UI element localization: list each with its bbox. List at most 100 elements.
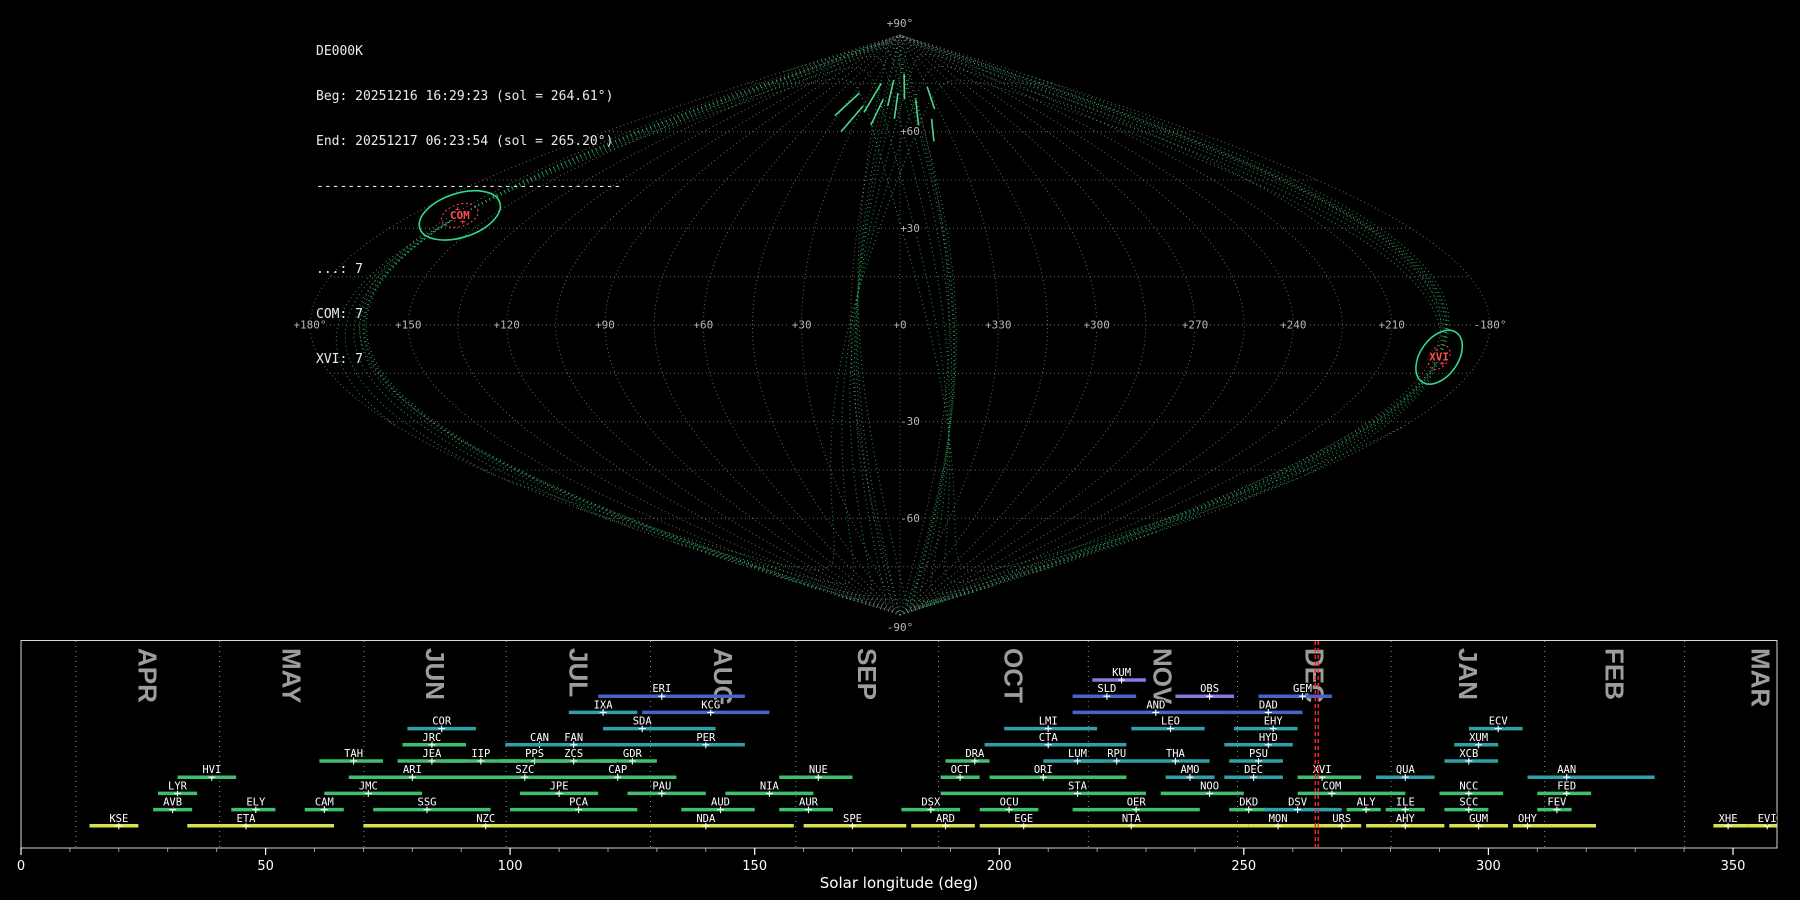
shower-label: PAU	[652, 780, 671, 792]
shower-label: DEC	[1244, 764, 1263, 776]
shower-QUA: QUA	[1375, 763, 1435, 781]
shower-EGE: EGE	[979, 812, 1078, 830]
count-sporadic: ...: 7	[316, 262, 363, 277]
shower-KUM: KUM	[1092, 666, 1146, 684]
shower-OCU: OCU	[979, 795, 1039, 814]
shower-label: DSX	[921, 797, 941, 809]
shower-label: NDA	[696, 813, 716, 825]
shower-NOO: NOO	[1160, 779, 1244, 797]
shower-label: SCC	[1459, 797, 1478, 809]
shower-SPE: SPE	[803, 812, 907, 830]
shower-XUM: XUM	[1454, 731, 1499, 749]
shower-OBS: OBS	[1175, 682, 1235, 700]
shower-label: HVI	[202, 764, 221, 776]
meteor-dash	[926, 86, 936, 110]
shower-AAN: AAN	[1527, 763, 1655, 781]
shower-label: DSV	[1288, 797, 1308, 809]
shower-label: NIA	[760, 780, 780, 792]
shower-label: ALY	[1357, 797, 1377, 809]
shower-label: NCC	[1459, 780, 1478, 792]
lat-label: +30	[900, 222, 920, 235]
radiant-label: XVI	[1429, 351, 1449, 364]
shower-TAH: TAH	[319, 747, 383, 765]
shower-GDR: GDR	[598, 747, 657, 765]
shower-label: ERI	[652, 683, 671, 695]
month-label: OCT	[999, 648, 1029, 703]
lon-label: +60	[693, 319, 713, 332]
lat-label: -60	[900, 512, 920, 525]
shower-ARD: ARD	[911, 812, 975, 830]
shower-label: IXA	[594, 699, 614, 711]
shower-label: SLD	[1097, 683, 1116, 695]
meteor-dash	[840, 105, 864, 133]
shower-label: KCG	[701, 699, 720, 711]
x-tick-label: 300	[1476, 859, 1501, 874]
station-id: DE000K	[316, 44, 363, 59]
shower-DRA: DRA	[945, 747, 990, 765]
shower-label: AUD	[711, 797, 730, 809]
shower-CTA: CTA	[984, 731, 1127, 749]
lon-label: +330	[985, 319, 1012, 332]
lon-label: +210	[1378, 319, 1405, 332]
shower-label: SZC	[515, 764, 534, 776]
shower-ALY: ALY	[1346, 795, 1381, 814]
shower-LEO: LEO	[1131, 714, 1205, 733]
shower-label: OBS	[1200, 683, 1219, 695]
shower-label: AND	[1146, 699, 1165, 711]
month-label: MAY	[277, 648, 307, 703]
meteor-dash	[834, 92, 861, 117]
shower-label: ELY	[246, 797, 266, 809]
shower-COM: COM	[1297, 779, 1406, 797]
meridian-line	[801, 34, 901, 616]
shower-label: CTA	[1039, 732, 1059, 744]
shower-label: COR	[432, 716, 452, 728]
shower-XCB: XCB	[1444, 747, 1499, 765]
separator-line: ---------------------------------------	[316, 179, 622, 194]
shower-NCC: NCC	[1439, 779, 1504, 797]
observation-begin: Beg: 20251216 16:29:23 (sol = 264.61°)	[316, 89, 614, 104]
lat-label: -90°	[887, 621, 914, 634]
shower-label: CAN	[530, 732, 549, 744]
lat-label: -30	[900, 415, 920, 428]
shower-label: IIP	[471, 748, 490, 760]
lon-label: +270	[1182, 319, 1209, 332]
shower-label: KUM	[1112, 667, 1131, 679]
shower-label: ZCS	[564, 748, 583, 760]
shower-label: GDR	[623, 748, 643, 760]
shower-label: ETA	[237, 813, 257, 825]
month-label: JAN	[1453, 648, 1483, 700]
shower-label: ORI	[1034, 764, 1053, 776]
shower-DSV: DSV	[1263, 795, 1342, 814]
month-label: NOV	[1148, 648, 1178, 705]
shower-LYR: LYR	[158, 779, 198, 797]
shower-label: XHE	[1719, 813, 1738, 825]
shower-JPE: JPE	[519, 779, 599, 797]
month-label: SEP	[852, 648, 882, 700]
shower-label: PER	[696, 732, 716, 744]
shower-label: ECV	[1489, 716, 1509, 728]
shower-NDA: NDA	[627, 812, 794, 830]
shower-label: JEA	[422, 748, 442, 760]
shower-GUM: GUM	[1449, 812, 1508, 830]
shower-label: ARD	[936, 813, 955, 825]
shower-label: GUM	[1469, 813, 1488, 825]
shower-label: OHY	[1518, 813, 1538, 825]
lon-label: +240	[1280, 319, 1307, 332]
meteor-track	[784, 43, 1450, 607]
shower-HVI: HVI	[177, 763, 237, 781]
shower-label: FAN	[564, 732, 583, 744]
shower-KCG: KCG	[642, 698, 770, 716]
shower-bars: KUM ERI SLD OBS GEM IXA KCG AND DAD COR SDA LMI LEO E…	[89, 666, 1778, 830]
shower-AUD: AUD	[681, 795, 755, 814]
shower-label: QUA	[1396, 764, 1416, 776]
shower-label: RPU	[1107, 748, 1126, 760]
shower-SZC: SZC	[475, 763, 574, 781]
shower-label: SDA	[633, 716, 653, 728]
shower-label: XCB	[1459, 748, 1478, 760]
shower-label: FEV	[1547, 797, 1567, 809]
shower-label: AAN	[1557, 764, 1576, 776]
shower-DKD: DKD	[1229, 795, 1269, 814]
shower-AND: AND	[1072, 698, 1230, 716]
shower-URS: URS	[1322, 812, 1362, 830]
shower-label: EGE	[1014, 813, 1033, 825]
